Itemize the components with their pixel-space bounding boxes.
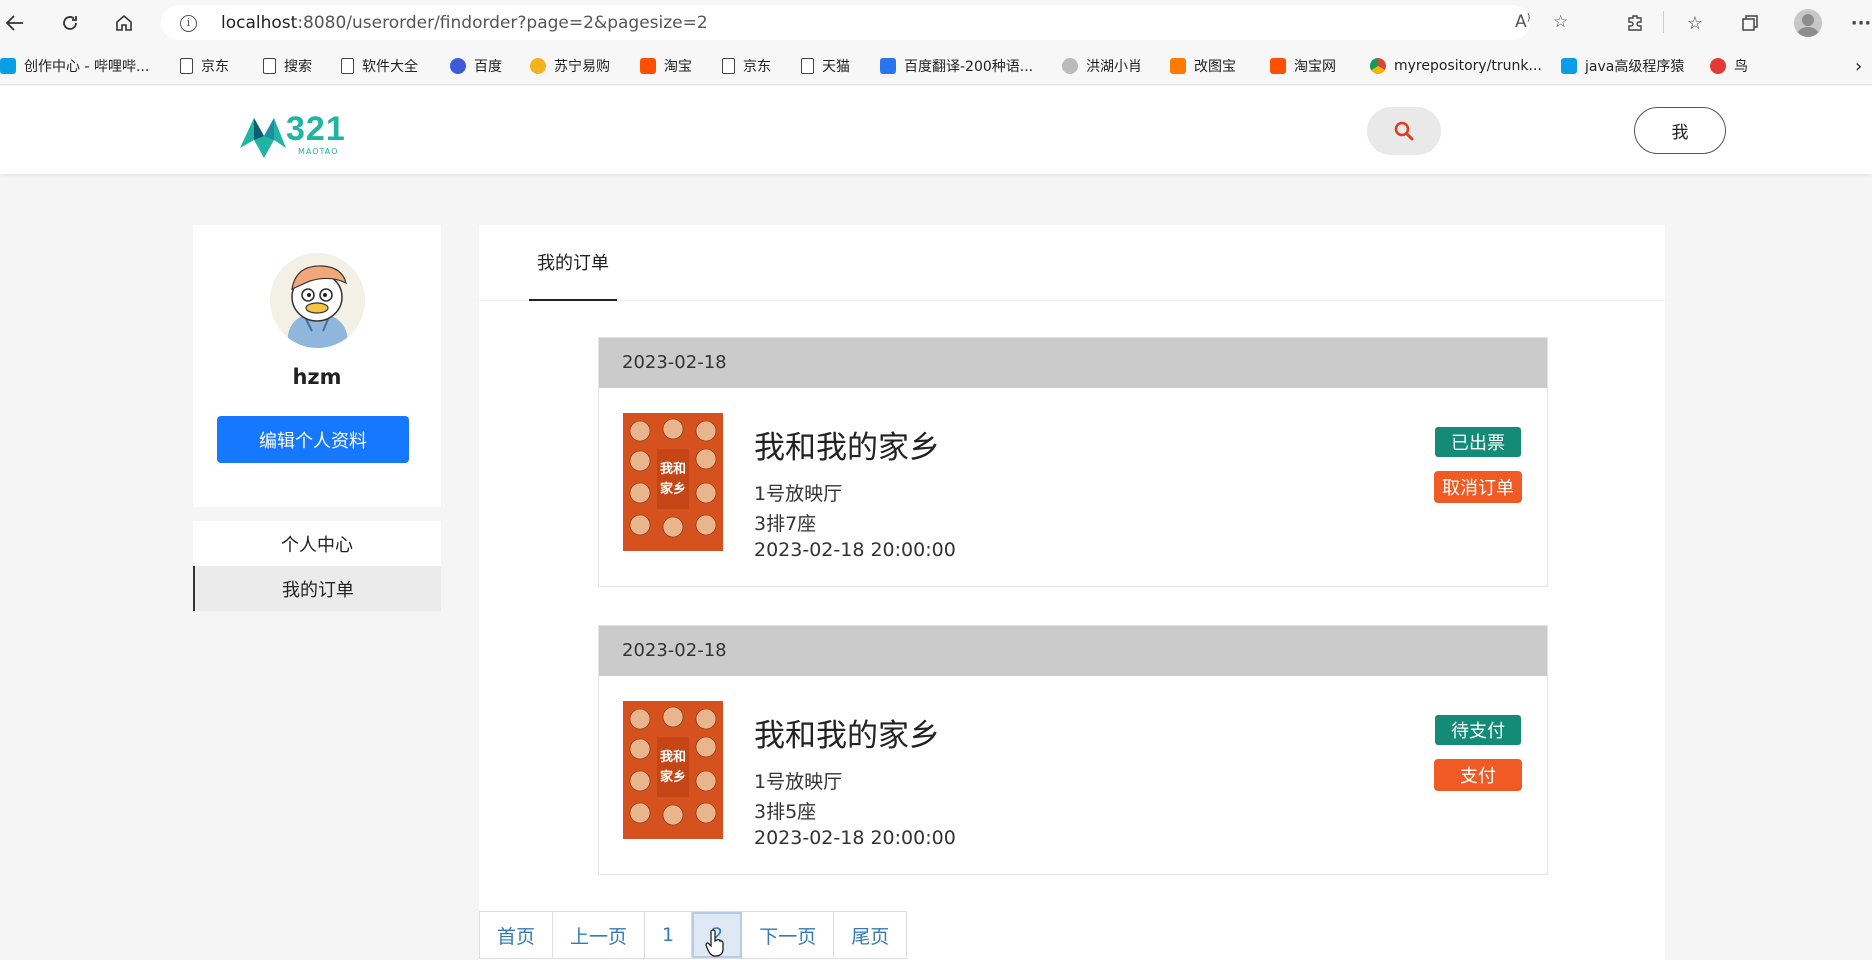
order-date: 2023-02-18 <box>622 640 727 661</box>
bookmark-item[interactable]: 百度 <box>450 55 502 77</box>
movie-title[interactable]: 我和我的家乡 <box>754 710 940 755</box>
showtime: 2023-02-18 20:00:00 <box>754 827 956 849</box>
bookmark-item[interactable]: 洪湖小肖 <box>1062 55 1142 77</box>
svg-text:我和: 我和 <box>660 749 686 765</box>
suning-icon <box>530 58 546 74</box>
seat-info: 3排5座 <box>754 801 817 823</box>
prev-page-button[interactable]: 上一页 <box>553 912 646 958</box>
more-menu-icon[interactable]: ··· <box>1850 8 1872 38</box>
svg-text:家乡: 家乡 <box>660 481 686 497</box>
bookmark-item[interactable]: myrepository/trunk... <box>1370 55 1542 77</box>
baidu-icon <box>450 58 466 74</box>
search-icon <box>1394 121 1414 141</box>
bookmark-item[interactable]: 淘宝 <box>640 55 692 77</box>
bookmark-item[interactable]: 软件大全 <box>341 55 418 77</box>
bookmark-item[interactable]: 百度翻译-200种语... <box>880 55 1033 77</box>
avatar[interactable] <box>270 253 365 348</box>
cancel-order-button[interactable]: 取消订单 <box>1434 471 1522 503</box>
home-icon[interactable] <box>109 8 139 38</box>
username: hzm <box>292 365 342 389</box>
sidebar-item-personal-center[interactable]: 个人中心 <box>193 521 441 566</box>
document-icon <box>341 58 354 74</box>
favorites-icon[interactable]: ☆ <box>1680 8 1710 38</box>
document-icon <box>263 58 276 74</box>
bookmark-item[interactable]: 鸟 <box>1710 55 1748 77</box>
page-1-button[interactable]: 1 <box>645 912 693 958</box>
order-card: 2023-02-18 我和 家乡 我和我的家乡 1号放映厅 3排7座 2023-… <box>598 337 1548 587</box>
movie-title[interactable]: 我和我的家乡 <box>754 422 940 467</box>
taobao-icon <box>640 58 656 74</box>
address-bar[interactable]: i localhost:8080/userorder/findorder?pag… <box>161 5 1568 40</box>
bookmarks-bar: 创作中心 - 哔哩哔... 京东 搜索 软件大全 百度 苏宁易购 淘宝 京东 天… <box>0 45 1872 85</box>
tab-bar: 我的订单 <box>479 225 1665 301</box>
order-header: 2023-02-18 <box>599 626 1547 676</box>
browser-toolbar: i localhost:8080/userorder/findorder?pag… <box>0 0 1872 45</box>
document-icon <box>801 58 814 74</box>
bookmark-item[interactable]: 京东 <box>722 55 771 77</box>
extensions-icon[interactable] <box>1621 8 1651 38</box>
order-date: 2023-02-18 <box>622 352 727 373</box>
tab-my-orders[interactable]: 我的订单 <box>529 225 617 301</box>
back-icon[interactable] <box>0 8 30 38</box>
logo-mark-icon <box>240 118 286 158</box>
side-menu: 个人中心 我的订单 <box>193 521 441 611</box>
refresh-icon[interactable] <box>55 8 85 38</box>
logo-text: 321 <box>286 110 346 148</box>
profile-avatar-icon[interactable] <box>1794 9 1822 37</box>
order-card: 2023-02-18 我和 家乡 我和我的家乡 1号放映厅 3排5座 2023-… <box>598 625 1548 875</box>
edit-profile-button[interactable]: 编辑个人资料 <box>217 416 409 463</box>
pagination: 首页 上一页 1 2 下一页 尾页 <box>479 911 908 959</box>
last-page-button[interactable]: 尾页 <box>834 912 906 958</box>
bookmark-item[interactable]: 淘宝网 <box>1270 55 1336 77</box>
next-page-button[interactable]: 下一页 <box>742 912 835 958</box>
sidebar-item-my-orders[interactable]: 我的订单 <box>193 566 441 611</box>
status-badge: 待支付 <box>1435 715 1521 745</box>
read-aloud-icon[interactable]: A) <box>1515 12 1531 32</box>
svg-text:家乡: 家乡 <box>660 769 686 785</box>
svg-text:我和: 我和 <box>660 461 686 477</box>
chrome-icon <box>1370 58 1386 74</box>
document-icon <box>722 58 735 74</box>
bookmark-item[interactable]: 创作中心 - 哔哩哔... <box>0 55 149 77</box>
bilibili-icon <box>0 58 16 74</box>
first-page-button[interactable]: 首页 <box>480 912 554 958</box>
hall-name: 1号放映厅 <box>754 771 843 793</box>
gaitubao-icon <box>1170 58 1186 74</box>
bird-icon <box>1062 58 1078 74</box>
hall-name: 1号放映厅 <box>754 483 843 505</box>
translate-icon <box>880 58 896 74</box>
taobao-icon <box>1270 58 1286 74</box>
bookmark-item[interactable]: 苏宁易购 <box>530 55 610 77</box>
pay-button[interactable]: 支付 <box>1434 759 1522 791</box>
bookmark-item[interactable]: 改图宝 <box>1170 55 1236 77</box>
bilibili-icon <box>1561 58 1577 74</box>
bookmarks-overflow-icon[interactable]: › <box>1855 55 1862 77</box>
bookmark-item[interactable]: 京东 <box>180 55 229 77</box>
movie-poster[interactable]: 我和 家乡 <box>623 413 723 551</box>
site-header: 321 MAOTAO 我 <box>0 86 1872 174</box>
showtime: 2023-02-18 20:00:00 <box>754 539 956 561</box>
logo-subtext: MAOTAO <box>298 147 339 156</box>
site-logo[interactable]: 321 MAOTAO <box>238 110 353 162</box>
site-info-icon[interactable]: i <box>180 15 197 32</box>
collections-icon[interactable] <box>1735 8 1765 38</box>
bird-icon <box>1710 58 1726 74</box>
bookmark-item[interactable]: java高级程序猿 <box>1561 55 1684 77</box>
status-badge: 已出票 <box>1435 427 1521 457</box>
search-button[interactable] <box>1367 107 1441 155</box>
hand-cursor-icon <box>705 929 724 957</box>
movie-poster[interactable]: 我和 家乡 <box>623 701 723 839</box>
user-menu-button[interactable]: 我 <box>1634 107 1726 154</box>
toolbar-divider <box>1663 11 1664 33</box>
profile-card: hzm 编辑个人资料 <box>193 225 441 507</box>
url-text[interactable]: localhost:8080/userorder/findorder?page=… <box>221 13 708 33</box>
order-header: 2023-02-18 <box>599 338 1547 388</box>
orders-panel: 我的订单 2023-02-18 我和 家乡 我和我的家乡 1号放映厅 3排7座 <box>479 225 1665 960</box>
bookmark-item[interactable]: 天猫 <box>801 55 850 77</box>
favorite-add-icon[interactable]: ☆ <box>1553 12 1568 32</box>
bookmark-item[interactable]: 搜索 <box>263 55 312 77</box>
seat-info: 3排7座 <box>754 513 817 535</box>
document-icon <box>180 58 193 74</box>
